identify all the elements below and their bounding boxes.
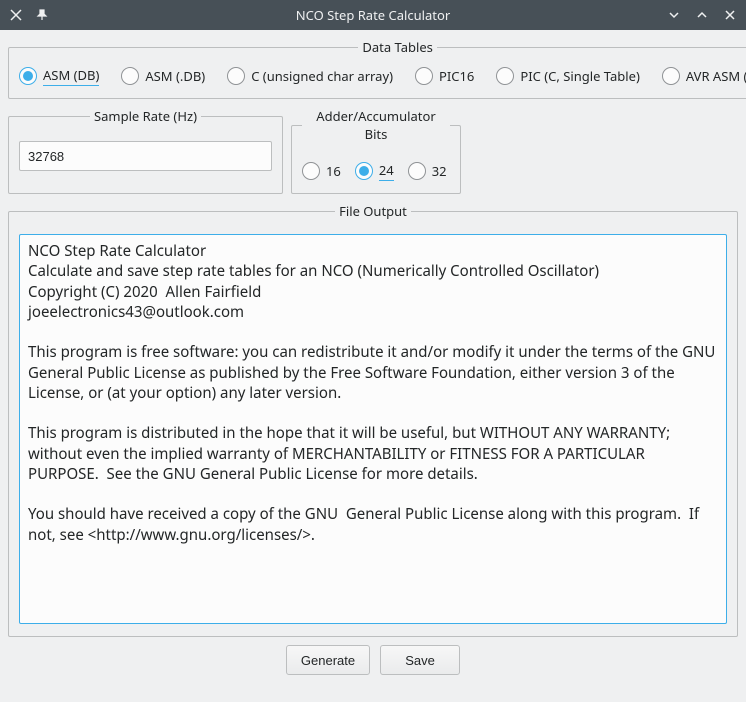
minimize-icon[interactable] <box>666 7 682 23</box>
sample-rate-group: Sample Rate (Hz) <box>8 107 283 194</box>
radio-asm-dot-db[interactable]: ASM (.DB) <box>121 67 205 85</box>
radio-bits-32[interactable]: 32 <box>408 162 447 180</box>
bits-group: Adder/Accumulator Bits 16 24 32 <box>291 107 461 194</box>
radio-dot-icon <box>121 67 139 85</box>
radio-label: PIC (C, Single Table) <box>520 67 640 85</box>
app-menu-icon[interactable] <box>8 7 24 23</box>
radio-dot-icon <box>355 162 373 180</box>
radio-label: 32 <box>432 162 447 180</box>
maximize-icon[interactable] <box>694 7 710 23</box>
radio-label: 16 <box>326 162 341 180</box>
bits-legend: Adder/Accumulator Bits <box>302 107 450 143</box>
radio-dot-icon <box>662 67 680 85</box>
radio-dot-icon <box>415 67 433 85</box>
file-output-legend: File Output <box>335 202 411 220</box>
radio-label: C (unsigned char array) <box>251 67 393 85</box>
save-button[interactable]: Save <box>380 645 460 675</box>
sample-rate-input[interactable] <box>19 141 272 171</box>
close-icon[interactable] <box>722 7 738 23</box>
radio-dot-icon <box>496 67 514 85</box>
radio-dot-icon <box>227 67 245 85</box>
file-output-group: File Output NCO Step Rate Calculator Cal… <box>8 202 738 637</box>
radio-dot-icon <box>408 162 426 180</box>
sample-rate-legend: Sample Rate (Hz) <box>90 107 201 125</box>
radio-dot-icon <box>302 162 320 180</box>
radio-dot-icon <box>19 67 37 85</box>
radio-asm-db[interactable]: ASM (DB) <box>19 66 99 86</box>
radio-bits-16[interactable]: 16 <box>302 162 341 180</box>
titlebar: NCO Step Rate Calculator <box>0 0 746 30</box>
radio-pic16[interactable]: PIC16 <box>415 67 474 85</box>
pin-icon[interactable] <box>34 7 50 23</box>
radio-label: ASM (DB) <box>43 66 99 86</box>
data-tables-group: Data Tables ASM (DB) ASM (.DB) C (unsign… <box>8 38 746 99</box>
radio-label: AVR ASM (.DW) <box>686 67 746 85</box>
radio-bits-24[interactable]: 24 <box>355 161 394 181</box>
radio-label: ASM (.DB) <box>145 67 205 85</box>
radio-label: 24 <box>379 161 394 181</box>
data-tables-legend: Data Tables <box>358 38 437 56</box>
radio-c-uchar[interactable]: C (unsigned char array) <box>227 67 393 85</box>
radio-label: PIC16 <box>439 67 474 85</box>
radio-avr-asm-dw[interactable]: AVR ASM (.DW) <box>662 67 746 85</box>
window-content: Data Tables ASM (DB) ASM (.DB) C (unsign… <box>0 30 746 683</box>
window-title: NCO Step Rate Calculator <box>0 6 746 24</box>
generate-button[interactable]: Generate <box>286 645 370 675</box>
file-output-textarea[interactable]: NCO Step Rate Calculator Calculate and s… <box>19 234 727 624</box>
button-row: Generate Save <box>8 645 738 675</box>
radio-pic-c-single[interactable]: PIC (C, Single Table) <box>496 67 640 85</box>
